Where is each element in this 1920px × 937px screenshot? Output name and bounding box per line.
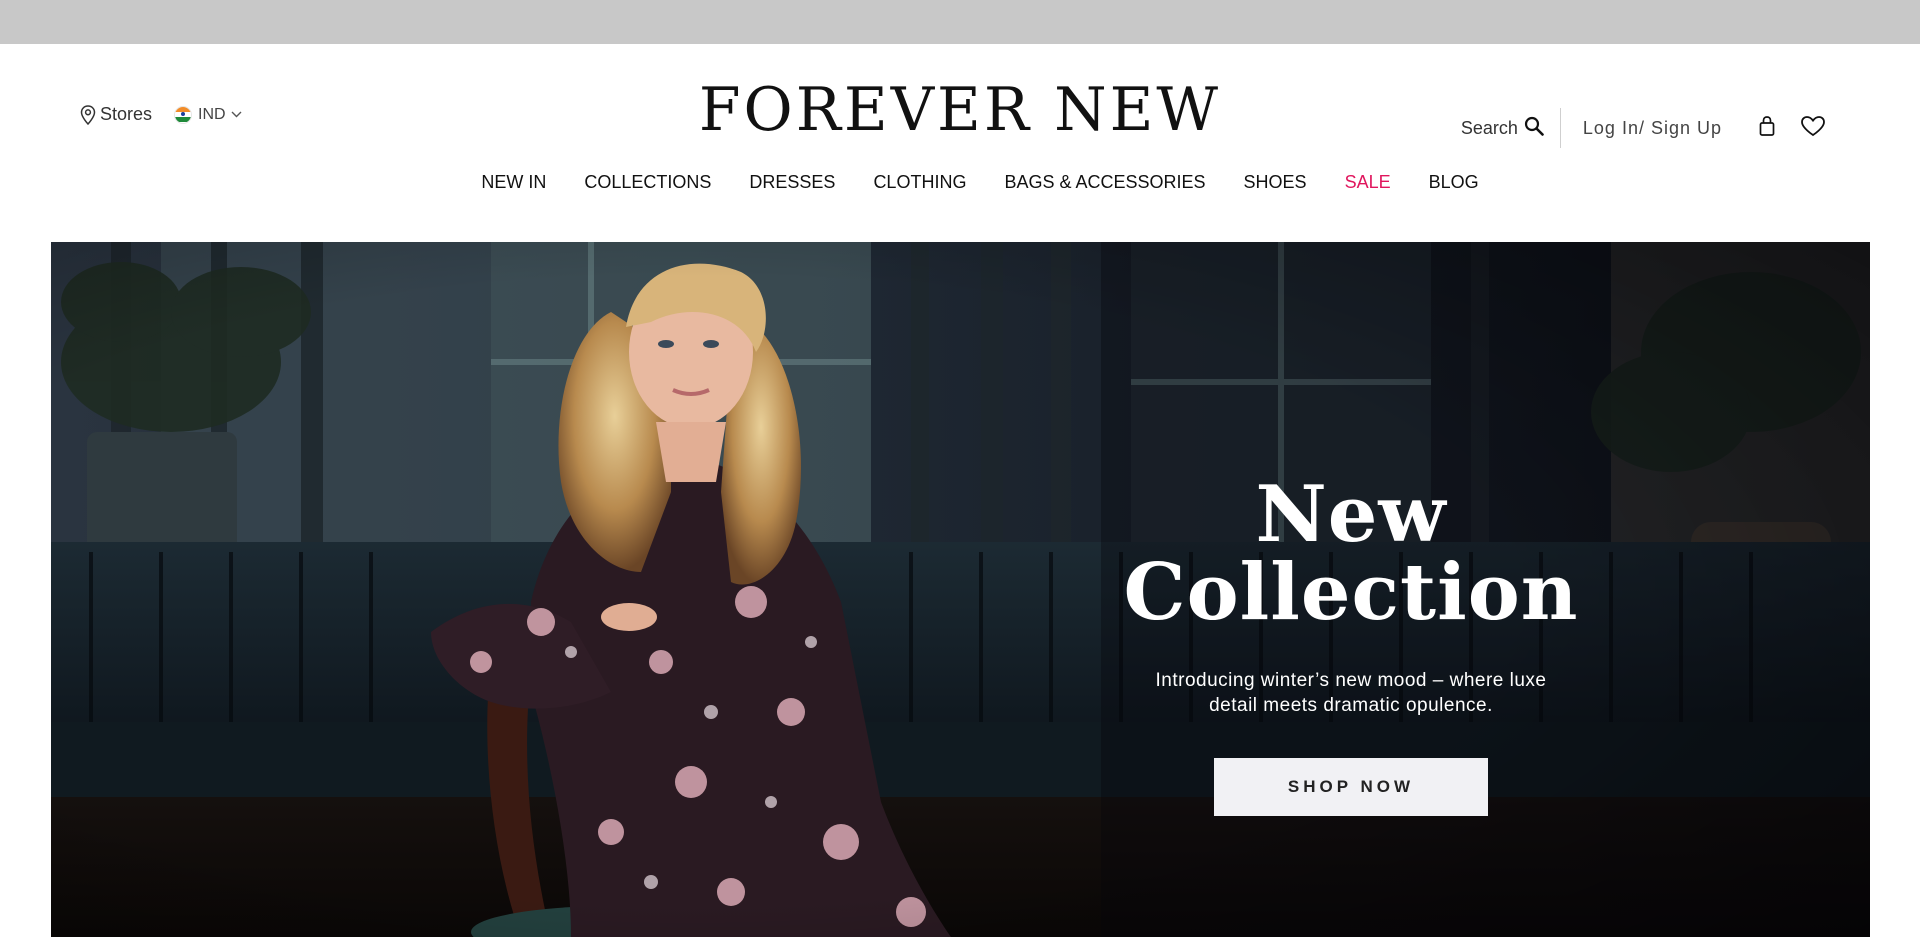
shopping-bag-icon [1758, 115, 1776, 142]
nav-item-shoes[interactable]: SHOES [1244, 172, 1307, 193]
header-right-utilities: Search Log In/ Sign Up [1461, 108, 1826, 148]
nav-item-sale[interactable]: SALE [1345, 172, 1391, 193]
search-icon [1524, 116, 1544, 141]
hero-banner[interactable]: New Collection Introducing winter’s new … [51, 242, 1870, 937]
shop-now-button[interactable]: SHOP NOW [1214, 758, 1488, 816]
nav-item-bags-accessories[interactable]: BAGS & ACCESSORIES [1004, 172, 1205, 193]
nav-item-blog[interactable]: BLOG [1429, 172, 1479, 193]
login-signup-link[interactable]: Log In/ Sign Up [1583, 118, 1722, 139]
shopping-bag-button[interactable] [1758, 115, 1776, 142]
search-button[interactable]: Search [1461, 116, 1544, 141]
nav-item-dresses[interactable]: DRESSES [749, 172, 835, 193]
top-banner-bar [0, 0, 1920, 44]
nav-item-collections[interactable]: COLLECTIONS [584, 172, 711, 193]
header-divider [1559, 108, 1561, 148]
hero-subtitle: Introducing winter’s new mood – where lu… [1155, 670, 1547, 716]
hero-text-block: New Collection Introducing winter’s new … [1061, 476, 1641, 816]
main-navigation: NEW IN COLLECTIONS DRESSES CLOTHING BAGS… [0, 172, 1920, 193]
site-header: Stores IND FOREVER NEW Search Log In/ Si… [0, 44, 1920, 242]
hero-title: New Collection [1123, 469, 1579, 638]
wishlist-button[interactable] [1800, 115, 1826, 142]
nav-item-new-in[interactable]: NEW IN [481, 172, 546, 193]
heart-icon [1800, 115, 1826, 142]
nav-item-clothing[interactable]: CLOTHING [873, 172, 966, 193]
search-label: Search [1460, 117, 1518, 138]
